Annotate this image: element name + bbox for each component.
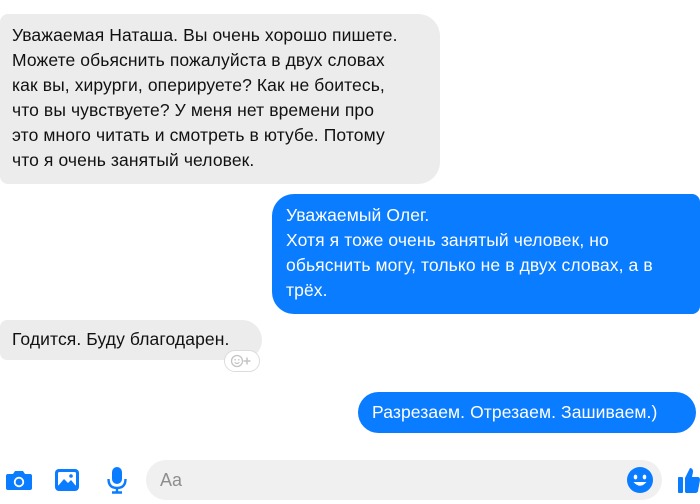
add-reaction-icon[interactable] — [224, 350, 260, 372]
emoji-icon[interactable] — [626, 466, 654, 494]
image-icon[interactable] — [52, 465, 82, 495]
outgoing-message[interactable]: Разрезаем. Отрезаем. Зашиваем.) — [358, 392, 696, 433]
microphone-icon[interactable] — [102, 465, 132, 495]
message-thread: Уважаемая Наташа. Вы очень хорошо пишете… — [0, 0, 700, 455]
camera-icon[interactable] — [4, 465, 34, 495]
message-input[interactable] — [146, 460, 616, 500]
thumbs-up-icon[interactable] — [670, 465, 700, 495]
incoming-message[interactable]: Уважаемая Наташа. Вы очень хорошо пишете… — [0, 14, 440, 184]
outgoing-message[interactable]: Уважаемый Олег. Хотя я тоже очень заняты… — [272, 194, 700, 314]
message-composer — [0, 455, 700, 504]
incoming-message[interactable]: Годится. Буду благодарен. — [0, 320, 262, 360]
message-input-container — [146, 460, 662, 500]
